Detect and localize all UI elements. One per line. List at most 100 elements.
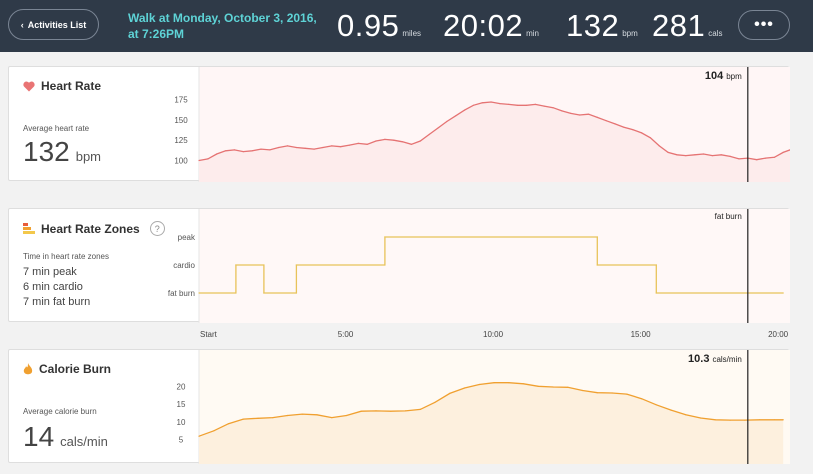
data-point — [782, 419, 784, 421]
cursor-unit: cals/min — [712, 355, 741, 364]
data-point — [493, 382, 495, 384]
x-tick-label: 15:00 — [631, 330, 652, 339]
data-point — [434, 401, 436, 403]
data-point — [428, 133, 430, 136]
data-point — [685, 155, 687, 157]
zone-point — [263, 264, 265, 266]
data-point — [198, 435, 200, 437]
data-point — [375, 410, 377, 412]
zone-point — [384, 236, 386, 238]
y-tick-label: 125 — [174, 136, 188, 145]
zone-point — [198, 292, 200, 294]
data-point — [340, 146, 342, 148]
y-tick-label: 10 — [177, 418, 186, 427]
calories-unit: cals — [708, 29, 723, 38]
data-point — [773, 419, 776, 421]
data-point — [278, 146, 280, 149]
data-point — [393, 139, 395, 141]
zone-fatburn-time: 7 min fat burn — [23, 296, 91, 308]
data-point — [764, 157, 767, 159]
zone-point — [384, 264, 386, 266]
zone-label: cardio — [173, 261, 195, 270]
data-point — [464, 387, 466, 389]
duration-value: 20:02 — [443, 8, 524, 43]
distance-unit: miles — [402, 29, 422, 38]
zones-icon — [23, 223, 35, 234]
data-point — [582, 389, 584, 392]
data-point — [702, 153, 705, 155]
data-point — [375, 140, 377, 142]
hr-zones-list: 7 min peak 6 min cardio 7 min fat burn — [23, 265, 90, 310]
hr-zones-title-text: Heart Rate Zones — [41, 221, 140, 236]
data-point — [676, 154, 678, 156]
distance-stat: 0.95 miles — [337, 8, 421, 44]
data-point — [419, 140, 421, 142]
y-tick-label: 20 — [177, 382, 186, 391]
avg-heart-rate-unit: bpm — [75, 149, 102, 164]
data-point — [694, 154, 696, 156]
data-point — [534, 103, 536, 105]
x-tick-label: Start — [200, 330, 218, 339]
zone-point — [596, 236, 598, 238]
data-point — [655, 404, 657, 406]
data-point — [272, 417, 274, 419]
hr-zones-chart[interactable]: peak cardio fat burn fat burn — [159, 209, 790, 323]
data-point — [316, 414, 318, 416]
flame-icon — [23, 362, 33, 374]
data-point — [242, 418, 244, 420]
more-icon: ••• — [754, 16, 774, 33]
data-point — [304, 147, 306, 149]
zone-label: peak — [178, 233, 196, 242]
heart-rate-chart[interactable]: 175150125100104 bpm — [159, 67, 790, 182]
activities-list-button[interactable]: ‹ Activities List — [8, 9, 99, 40]
zone-point — [263, 292, 265, 294]
heart-rate-title-text: Heart Rate — [41, 79, 102, 93]
data-point — [207, 158, 209, 160]
data-point — [543, 105, 545, 107]
data-point — [596, 392, 598, 394]
cursor-value: 10.3 cals/min — [688, 353, 742, 365]
data-point — [729, 419, 731, 421]
data-point — [295, 146, 297, 149]
duration-unit: min — [526, 29, 539, 38]
data-point — [587, 113, 590, 115]
y-tick-label: 15 — [177, 400, 186, 409]
data-point — [744, 419, 746, 421]
data-point — [759, 419, 761, 421]
avg-calorie: 14 cals/min — [23, 421, 108, 453]
calorie-title: Calorie Burn — [23, 362, 111, 376]
data-point — [537, 385, 539, 387]
data-point — [233, 149, 235, 151]
data-point — [756, 159, 758, 161]
data-point — [579, 114, 581, 116]
data-point — [499, 103, 501, 105]
data-point — [286, 414, 289, 417]
data-point — [508, 103, 510, 105]
data-point — [227, 423, 230, 425]
time-axis: Start 5:00 10:00 15:00 20:00 — [200, 330, 789, 339]
x-tick-label: 20:00 — [768, 330, 789, 339]
data-point — [490, 101, 492, 103]
data-point — [614, 123, 616, 125]
data-point — [605, 120, 607, 122]
more-options-button[interactable]: ••• — [738, 10, 790, 40]
activity-header: ‹ Activities List Walk at Monday, Octobe… — [0, 0, 813, 52]
data-point — [641, 398, 643, 400]
zone-cardio-time: 6 min cardio — [23, 281, 83, 293]
data-point — [360, 410, 362, 412]
chevron-left-icon: ‹ — [20, 19, 24, 30]
activities-list-label: Activities List — [27, 19, 87, 30]
heart-rate-stat: 132 bpm — [566, 8, 638, 44]
avg-heart-rate-label: Average heart rate — [23, 124, 90, 133]
data-point — [301, 413, 303, 415]
data-point — [257, 417, 259, 419]
data-point — [700, 417, 702, 419]
activity-title: Walk at Monday, October 3, 2016, at 7:26… — [128, 11, 317, 41]
data-point — [525, 104, 528, 106]
hr-zones-desc: Time in heart rate zones — [23, 252, 109, 261]
data-point — [641, 132, 643, 134]
data-point — [331, 145, 333, 147]
calorie-chart[interactable]: 20 15 10 5 10.3 cals/min — [159, 350, 790, 464]
data-point — [198, 159, 200, 162]
data-point — [729, 155, 731, 157]
